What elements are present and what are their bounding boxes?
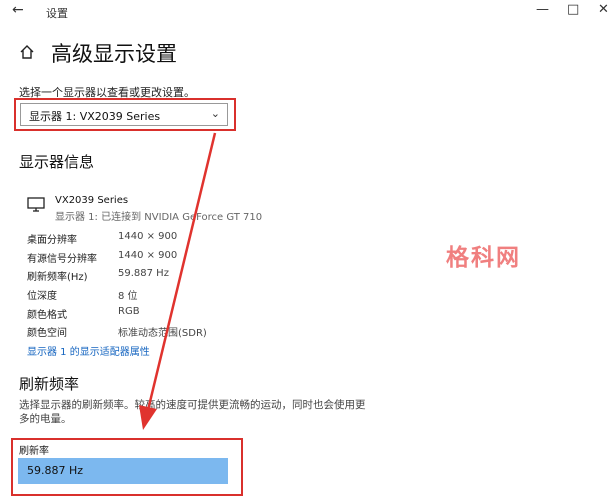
adapter-properties-link[interactable]: 显示器 1 的显示适配器属性 (27, 343, 150, 358)
home-icon[interactable] (19, 44, 35, 60)
info-value: 1440 × 900 (118, 250, 178, 261)
chevron-down-icon: ⌄ (210, 107, 220, 120)
refresh-description: 选择显示器的刷新频率。较高的速度可提供更流畅的运动，同时也会使用更多的电量。 (19, 399, 366, 425)
monitor-icon (27, 197, 45, 212)
monitor-connection: 显示器 1: 已连接到 NVIDIA GeForce GT 710 (55, 212, 263, 223)
info-label: 桌面分辨率 (27, 235, 77, 246)
info-label: 刷新频率(Hz) (27, 272, 88, 283)
display-select[interactable]: 显示器 1: VX2039 Series ⌄ (20, 103, 228, 126)
refresh-rate-value: 59.887 Hz (27, 464, 84, 477)
info-label: 位深度 (27, 291, 57, 302)
refresh-heading: 刷新频率 (19, 375, 80, 393)
info-value: 8 位 (118, 291, 138, 302)
minimize-icon[interactable]: — (536, 2, 549, 17)
close-icon[interactable]: ✕ (598, 2, 609, 17)
title-bar: ← 设置 — □ ✕ (0, 0, 615, 24)
display-info-heading: 显示器信息 (19, 153, 95, 171)
info-label: 颜色空间 (27, 328, 67, 339)
info-value: 标准动态范围(SDR) (118, 328, 207, 339)
page-title: 高级显示设置 (51, 42, 177, 66)
monitor-name: VX2039 Series (55, 195, 129, 206)
refresh-rate-label: 刷新率 (19, 446, 49, 457)
info-value: 1440 × 900 (118, 231, 178, 242)
display-select-value: 显示器 1: VX2039 Series (29, 110, 161, 123)
maximize-icon[interactable]: □ (567, 2, 579, 17)
info-label: 颜色格式 (27, 310, 67, 321)
back-arrow-icon[interactable]: ← (12, 2, 24, 18)
info-value: RGB (118, 306, 140, 317)
refresh-rate-select[interactable]: 59.887 Hz (18, 458, 228, 484)
info-value: 59.887 Hz (118, 268, 169, 279)
watermark: 格科网 (446, 245, 521, 271)
info-label: 有源信号分辨率 (27, 254, 97, 265)
window-title: 设置 (46, 7, 68, 20)
